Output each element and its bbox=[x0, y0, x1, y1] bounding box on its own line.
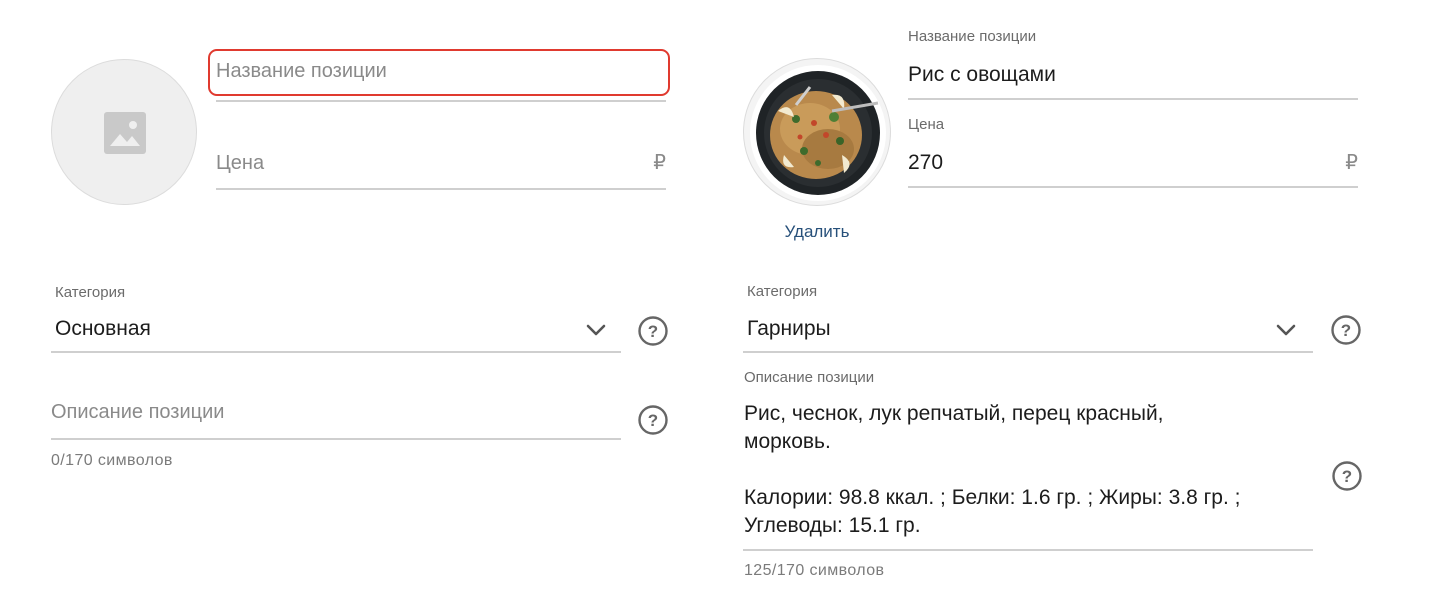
item-name-label: Название позиции bbox=[908, 28, 1037, 45]
photo-upload-placeholder[interactable] bbox=[51, 59, 197, 205]
description-text: Рис, чеснок, лук репчатый, перец красный… bbox=[744, 400, 1240, 540]
help-icon[interactable]: ? bbox=[637, 315, 669, 347]
char-counter: 0/170 символов bbox=[51, 452, 173, 469]
delete-photo-link[interactable]: Удалить bbox=[744, 222, 890, 242]
dish-photo bbox=[743, 58, 891, 206]
image-placeholder-icon bbox=[104, 112, 146, 154]
category-value: Основная bbox=[55, 317, 151, 340]
help-icon[interactable]: ? bbox=[1331, 460, 1363, 492]
item-name-input[interactable]: Рис с овощами bbox=[908, 52, 1358, 100]
category-select[interactable]: Основная bbox=[51, 305, 621, 353]
svg-text:?: ? bbox=[648, 411, 658, 430]
help-icon[interactable]: ? bbox=[1330, 314, 1362, 346]
category-select[interactable]: Гарниры bbox=[743, 305, 1313, 353]
item-price-input[interactable]: Цена ₽ bbox=[216, 140, 666, 190]
category-label: Категория bbox=[747, 283, 818, 300]
item-name-input[interactable]: Название позиции bbox=[216, 54, 666, 102]
item-price-placeholder: Цена bbox=[216, 152, 265, 174]
description-label: Описание позиции bbox=[744, 369, 875, 386]
dish-photo-image bbox=[750, 65, 886, 201]
help-icon[interactable]: ? bbox=[637, 404, 669, 436]
currency-symbol: ₽ bbox=[653, 152, 666, 174]
item-price-label: Цена bbox=[908, 116, 945, 133]
chevron-down-icon bbox=[1276, 324, 1296, 336]
item-price-value: 270 bbox=[908, 151, 944, 174]
description-line: Калории: 98.8 ккал. ; Белки: 1.6 гр. ; Ж… bbox=[744, 486, 1241, 509]
description-input[interactable]: Описание позиции bbox=[51, 392, 621, 440]
description-line bbox=[744, 456, 1240, 484]
currency-symbol: ₽ bbox=[1345, 152, 1358, 174]
svg-text:?: ? bbox=[648, 322, 658, 341]
item-name-placeholder: Название позиции bbox=[216, 60, 387, 82]
char-counter: 125/170 символов bbox=[744, 562, 885, 579]
description-line: морковь. bbox=[744, 430, 831, 453]
chevron-down-icon bbox=[586, 324, 606, 336]
category-value: Гарниры bbox=[747, 317, 831, 340]
description-placeholder: Описание позиции bbox=[51, 401, 225, 423]
description-textarea[interactable]: Рис, чеснок, лук репчатый, перец красный… bbox=[743, 396, 1313, 551]
svg-text:?: ? bbox=[1342, 467, 1352, 486]
description-line: Рис, чеснок, лук репчатый, перец красный… bbox=[744, 402, 1164, 425]
category-label: Категория bbox=[55, 284, 126, 301]
item-name-value: Рис с овощами bbox=[908, 63, 1056, 86]
description-line: Углеводы: 15.1 гр. bbox=[744, 514, 921, 537]
item-price-input[interactable]: 270 ₽ bbox=[908, 140, 1358, 188]
svg-text:?: ? bbox=[1341, 321, 1351, 340]
